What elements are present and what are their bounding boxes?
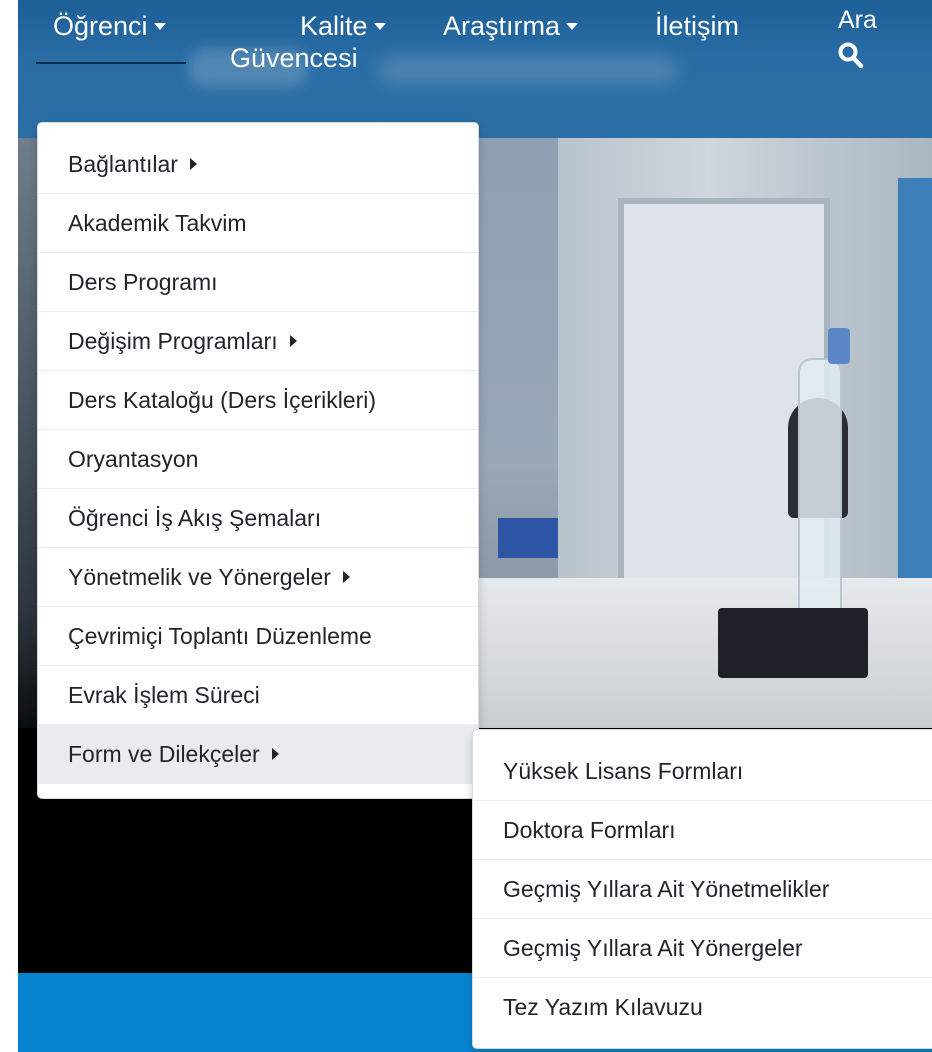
hero-photo-detail — [828, 328, 850, 364]
menu-item-label: Öğrenci İş Akış Şemaları — [68, 505, 322, 531]
menu-item-degisim-programlari[interactable]: Değişim Programları — [38, 312, 478, 371]
nav-item-iletisim[interactable]: İletişim — [655, 10, 739, 42]
nav-search[interactable]: Ara — [838, 4, 877, 70]
nav-item-kalite-guvencesi[interactable]: Kalite Güvencesi — [230, 10, 386, 74]
nav-item-label: Öğrenci — [53, 11, 148, 41]
menu-item-baglantilar[interactable]: Bağlantılar — [38, 135, 478, 194]
menu-item-ders-katalogu[interactable]: Ders Kataloğu (Ders İçerikleri) — [38, 371, 478, 430]
hero-photo-detail — [798, 358, 842, 632]
menu-item-label: Oryantasyon — [68, 446, 199, 472]
menu-item-akademik-takvim[interactable]: Akademik Takvim — [38, 194, 478, 253]
submenu-item-gecmis-yonergeler[interactable]: Geçmiş Yıllara Ait Yönergeler — [473, 919, 932, 978]
submenu-item-tez-yazim-kilavuzu[interactable]: Tez Yazım Kılavuzu — [473, 978, 932, 1037]
menu-item-cevrimici-toplanti[interactable]: Çevrimiçi Toplantı Düzenleme — [38, 607, 478, 666]
hero-photo-detail — [718, 608, 868, 678]
top-navbar: Öğrenci Kalite Güvencesi Araştırma İleti… — [18, 0, 932, 138]
caret-down-icon — [153, 22, 166, 30]
search-icon — [838, 42, 864, 69]
page-left-margin — [0, 0, 18, 1052]
nav-active-underline — [36, 62, 186, 64]
menu-item-label: Ders Kataloğu (Ders İçerikleri) — [68, 387, 377, 413]
submenu-item-gecmis-yonetmelikler[interactable]: Geçmiş Yıllara Ait Yönetmelikler — [473, 860, 932, 919]
caret-down-icon — [373, 22, 386, 30]
menu-item-yonetmelik-yonergeler[interactable]: Yönetmelik ve Yönergeler — [38, 548, 478, 607]
menu-item-label: Tez Yazım Kılavuzu — [503, 994, 703, 1020]
menu-item-form-dilekceler[interactable]: Form ve Dilekçeler — [38, 725, 478, 784]
menu-item-label: Geçmiş Yıllara Ait Yönetmelikler — [503, 876, 830, 902]
menu-item-label: Değişim Programları — [68, 328, 278, 354]
caret-right-icon — [189, 158, 197, 171]
nav-item-label: Kalite — [300, 11, 368, 41]
caret-right-icon — [271, 748, 279, 761]
menu-item-label: Yönetmelik ve Yönergeler — [68, 564, 331, 590]
menu-item-is-akis-semalari[interactable]: Öğrenci İş Akış Şemaları — [38, 489, 478, 548]
caret-right-icon — [342, 571, 350, 584]
ogrenci-dropdown-menu: Bağlantılar Akademik Takvim Ders Program… — [37, 122, 479, 799]
menu-item-label: Ders Programı — [68, 269, 218, 295]
menu-item-label: Doktora Formları — [503, 817, 676, 843]
hero-photo-detail — [498, 518, 558, 558]
nav-item-label: İletişim — [655, 11, 740, 41]
search-label: Ara — [838, 6, 877, 34]
nav-item-label: Araştırma — [443, 11, 561, 41]
menu-item-label: Bağlantılar — [68, 151, 178, 177]
caret-right-icon — [289, 335, 297, 348]
navbar-background-photo — [378, 55, 678, 85]
caret-down-icon — [566, 22, 579, 30]
menu-item-label: Akademik Takvim — [68, 210, 247, 236]
submenu-item-yuksek-lisans-formlari[interactable]: Yüksek Lisans Formları — [473, 742, 932, 801]
menu-item-label: Yüksek Lisans Formları — [503, 758, 744, 784]
menu-item-label: Çevrimiçi Toplantı Düzenleme — [68, 623, 372, 649]
hero-photo-detail — [18, 138, 38, 728]
submenu-item-doktora-formlari[interactable]: Doktora Formları — [473, 801, 932, 860]
menu-item-label: Geçmiş Yıllara Ait Yönergeler — [503, 935, 803, 961]
form-dilekceler-submenu: Yüksek Lisans Formları Doktora Formları … — [472, 729, 932, 1049]
nav-item-label: Güvencesi — [230, 43, 358, 73]
menu-item-label: Evrak İşlem Süreci — [68, 682, 260, 708]
menu-item-label: Form ve Dilekçeler — [68, 741, 260, 767]
nav-item-ogrenci[interactable]: Öğrenci — [53, 10, 166, 42]
menu-item-evrak-islem-sureci[interactable]: Evrak İşlem Süreci — [38, 666, 478, 725]
menu-item-ders-programi[interactable]: Ders Programı — [38, 253, 478, 312]
menu-item-oryantasyon[interactable]: Oryantasyon — [38, 430, 478, 489]
nav-item-arastirma[interactable]: Araştırma — [443, 10, 579, 42]
